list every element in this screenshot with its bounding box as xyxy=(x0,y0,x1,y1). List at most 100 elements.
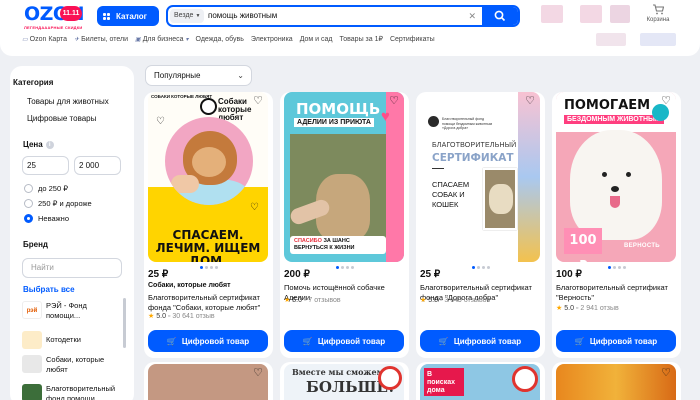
search-icon xyxy=(494,10,506,22)
product-image[interactable]: ♡ xyxy=(556,364,676,400)
product-image[interactable]: ПОМОГАЕМ БЕЗДОМНЫМ ЖИВОТНЫМ 100 ₽ ВЕРНОС… xyxy=(556,92,676,262)
product-card[interactable]: В поисках дома xyxy=(416,362,545,400)
favorite-heart-icon[interactable]: ♡ xyxy=(661,96,671,107)
subnav-item-electronics[interactable]: Электроника xyxy=(251,35,293,43)
product-image-logo: СОБАКИ КОТОРЫЕ ЛЮБЯТ xyxy=(151,94,213,99)
product-image-slogan: СПАСАЕМ. ЛЕЧИМ. ИЩЕМ ДОМ. xyxy=(155,228,261,263)
price-radio-any[interactable] xyxy=(24,214,33,223)
orders-placeholder[interactable] xyxy=(580,5,602,23)
select-all-link[interactable]: Выбрать все xyxy=(23,285,75,294)
plane-icon: ✈ xyxy=(74,36,80,43)
info-icon[interactable]: i xyxy=(45,141,54,149)
search-bar: Везде ▼ помощь животным ✕ xyxy=(166,5,520,27)
brand-scrollbar[interactable] xyxy=(123,298,126,348)
product-image-cert: СЕРТИФИКАТ xyxy=(432,152,514,164)
catalog-button[interactable]: Каталог xyxy=(97,6,159,26)
subnav-item-home[interactable]: Дом и сад xyxy=(300,35,333,43)
subnav-item-business[interactable]: ▣ Для бизнеса ▾ xyxy=(135,35,189,43)
digital-product-button[interactable]: 🛒 Цифровой товар xyxy=(148,330,268,352)
digital-product-button[interactable]: 🛒 Цифровой товар xyxy=(420,330,540,352)
brand-logo xyxy=(22,384,42,400)
clear-icon[interactable]: ✕ xyxy=(468,7,476,25)
price-to-input[interactable]: 2 000 xyxy=(74,156,121,175)
product-image[interactable]: СОБАКИ КОТОРЫЕ ЛЮБЯТ Собаки которые любя… xyxy=(148,92,268,262)
fund-seal-icon xyxy=(378,366,402,390)
chat-icon: ▫ xyxy=(439,297,443,304)
dog-logo-icon xyxy=(200,98,217,115)
digital-product-button[interactable]: 🛒 Цифровой товар xyxy=(284,330,404,352)
favorite-heart-icon[interactable]: ♡ xyxy=(253,368,263,379)
price-option-label: до 250 ₽ xyxy=(38,184,68,193)
brand-name: РЭЙ - Фонд помощи... xyxy=(46,301,87,320)
product-image-brand: ВЕРНОСТЬ xyxy=(624,243,660,249)
product-title[interactable]: Благотворительный сертификат "Верность" xyxy=(556,283,678,303)
product-image[interactable]: В поисках дома xyxy=(420,364,540,400)
heart-decoration-icon: ♡ xyxy=(156,116,165,127)
product-card[interactable]: ПОМОГАЕМ БЕЗДОМНЫМ ЖИВОТНЫМ 100 ₽ ВЕРНОС… xyxy=(552,92,681,358)
search-scope-label: Везде xyxy=(174,12,194,19)
favorite-heart-icon[interactable]: ♡ xyxy=(389,96,399,107)
banner-placeholder xyxy=(596,33,626,46)
category-digital[interactable]: Цифровые товары xyxy=(27,114,96,123)
subnav-item-certificates[interactable]: Сертификаты xyxy=(390,35,435,43)
sort-value: Популярные xyxy=(154,71,201,80)
brand-item[interactable]: Котодетки xyxy=(22,331,120,349)
subnav-item-tickets[interactable]: ✈ Билеты, отели xyxy=(74,35,128,43)
brand-name: Котодетки xyxy=(46,335,81,344)
brand-search-input[interactable]: Найти xyxy=(22,258,122,278)
product-card[interactable]: Благотворительный фонд помощи бездомным … xyxy=(416,92,545,358)
user-avatar-placeholder[interactable] xyxy=(541,5,563,23)
brand-item[interactable]: рэй РЭЙ - Фонд помощи... xyxy=(22,301,120,321)
favorite-heart-icon[interactable]: ♡ xyxy=(525,96,535,107)
search-scope-select[interactable]: Везде ▼ xyxy=(170,9,205,23)
chat-icon: ▫ xyxy=(167,313,171,320)
subnav-item-1ruble[interactable]: Товары за 1₽ xyxy=(340,35,383,43)
search-input[interactable]: помощь животным xyxy=(208,7,277,25)
favorites-placeholder[interactable] xyxy=(610,5,630,23)
product-image[interactable]: ♡ xyxy=(148,364,268,400)
product-image[interactable]: Благотворительный фонд помощи бездомным … xyxy=(420,92,540,262)
brand-name: Благотворительный фонд помощи xyxy=(46,384,116,400)
product-title[interactable]: Благотворительный сертификат фонда "Соба… xyxy=(148,293,270,313)
product-card[interactable]: ♡ xyxy=(552,362,681,400)
product-image-tag: В поисках дома xyxy=(424,368,464,396)
brand-name: Собаки, которые любят xyxy=(46,355,105,374)
price-option-label: Неважно xyxy=(38,214,69,223)
favorite-heart-icon[interactable]: ♡ xyxy=(253,96,263,107)
search-button[interactable] xyxy=(482,7,518,25)
price-radio-under-250[interactable] xyxy=(24,184,33,193)
product-image[interactable]: Вместе мы сможем БОЛЬШЕ! xyxy=(284,364,404,400)
product-image-subheading: АДЕЛИИ ИЗ ПРИЮТА xyxy=(294,118,374,127)
category-pets[interactable]: Товары для животных xyxy=(27,97,109,106)
product-card[interactable]: Вместе мы сможем БОЛЬШЕ! xyxy=(280,362,409,400)
digital-product-button[interactable]: 🛒 Цифровой товар xyxy=(556,330,676,352)
star-icon: ★ xyxy=(284,297,291,304)
sort-select[interactable]: Популярные ⌄ xyxy=(145,65,252,86)
product-price: 100 ₽ xyxy=(556,269,582,280)
chat-icon: ▫ xyxy=(575,305,579,312)
brand-item[interactable]: Собаки, которые любят xyxy=(22,355,120,375)
product-image[interactable]: ПОМОЩЬ АДЕЛИИ ИЗ ПРИЮТА ♥ СПАСИБО ЗА ШАН… xyxy=(284,92,404,262)
category-heading: Категория xyxy=(13,78,54,87)
heart-decoration-icon: ♡ xyxy=(250,202,259,213)
subnav-item-clothes[interactable]: Одежда, обувь xyxy=(196,35,244,43)
cart-button[interactable]: Корзина xyxy=(640,4,676,26)
price-radio-250-plus[interactable] xyxy=(24,199,33,208)
banner-placeholder-2 xyxy=(640,33,676,46)
product-card[interactable]: ♡ xyxy=(144,362,273,400)
grid-icon xyxy=(103,12,110,20)
ozon-logo[interactable]: OZON 11.11 ЛЕГЕНДАААРНЫЕ СКИДКИ xyxy=(24,3,86,33)
product-card[interactable]: СОБАКИ КОТОРЫЕ ЛЮБЯТ Собаки которые любя… xyxy=(144,92,273,358)
price-from-input[interactable]: 25 xyxy=(22,156,69,175)
cart-icon xyxy=(653,4,665,15)
subnav-item-ozon-card[interactable]: ▭ Ozon Карта xyxy=(22,35,67,43)
brand-item[interactable]: Благотворительный фонд помощи xyxy=(22,384,120,400)
favorite-heart-icon[interactable]: ♡ xyxy=(661,368,671,379)
fund-seal-icon xyxy=(512,366,538,392)
header: OZON 11.11 ЛЕГЕНДАААРНЫЕ СКИДКИ Каталог … xyxy=(0,0,700,56)
product-seller: Собаки, которые любят xyxy=(148,282,231,289)
brand-logo xyxy=(22,355,42,373)
brand-logo xyxy=(22,331,42,349)
cart-icon: 🛒 xyxy=(166,336,177,346)
product-card[interactable]: ПОМОЩЬ АДЕЛИИ ИЗ ПРИЮТА ♥ СПАСИБО ЗА ШАН… xyxy=(280,92,409,358)
